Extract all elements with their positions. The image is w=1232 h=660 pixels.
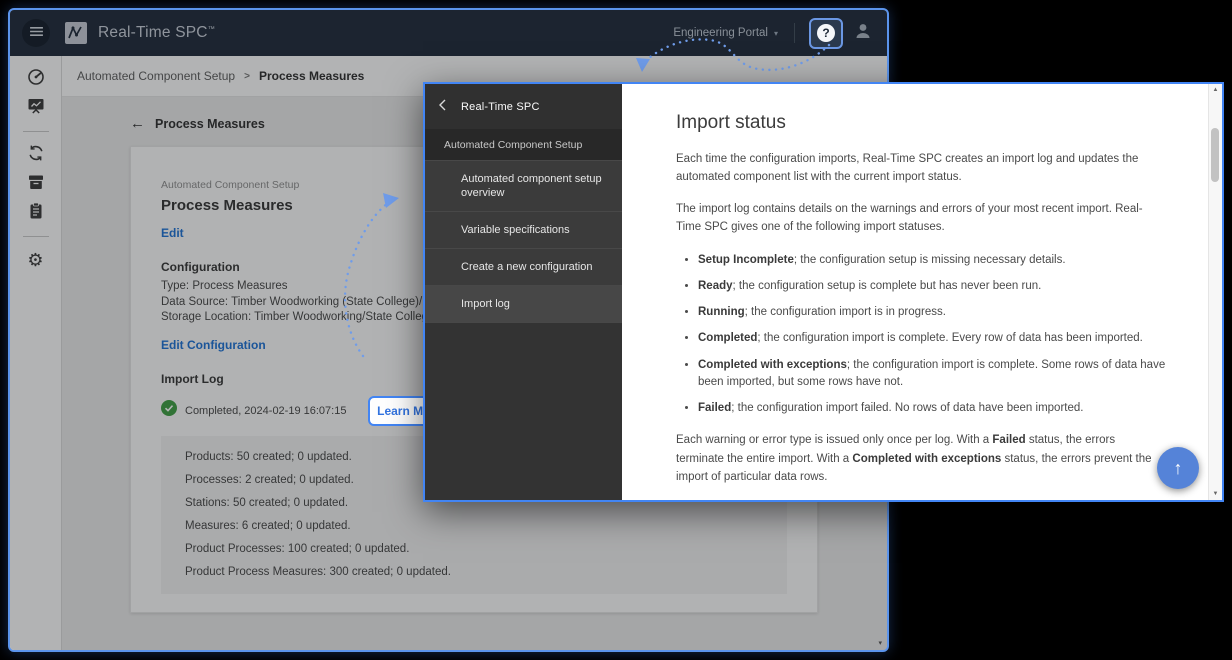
import-status-item: Failed; the configuration import failed.… xyxy=(698,400,1168,417)
help-nav-title: Real-Time SPC xyxy=(461,101,540,113)
help-icon: ? xyxy=(817,24,835,42)
import-status-item: Completed with exceptions; the configura… xyxy=(698,357,1168,392)
help-article-title: Import status xyxy=(676,112,1168,134)
help-nav-filler xyxy=(425,322,622,500)
screen: Real-Time SPC™ Engineering Portal ▾ ? xyxy=(0,0,1232,660)
help-button[interactable]: ? xyxy=(809,18,843,49)
import-status-item: Ready; the configuration setup is comple… xyxy=(698,278,1168,295)
help-paragraph-outro: Each warning or error type is issued onl… xyxy=(676,431,1162,486)
help-article: Import status Each time the configuratio… xyxy=(622,84,1222,500)
help-nav: Real-Time SPC Automated Component Setup … xyxy=(425,84,622,500)
help-nav-item[interactable]: Variable specifications xyxy=(425,211,622,248)
scrollbar-up-icon[interactable]: ▲ xyxy=(1209,87,1222,93)
chevron-left-icon xyxy=(438,98,446,116)
help-paragraph-intro-1: Each time the configuration imports, Rea… xyxy=(676,150,1162,187)
help-nav-section: Automated Component Setup xyxy=(425,129,622,160)
arrow-up-icon: ↑ xyxy=(1174,458,1183,479)
import-status-list: Setup Incomplete; the configuration setu… xyxy=(676,252,1168,418)
import-status-item: Setup Incomplete; the configuration setu… xyxy=(698,252,1168,269)
help-nav-item[interactable]: Automated component setup overview xyxy=(425,160,622,211)
help-nav-item[interactable]: Create a new configuration xyxy=(425,248,622,285)
help-scrollbar[interactable]: ▲ ▼ xyxy=(1208,84,1222,500)
help-nav-back[interactable]: Real-Time SPC xyxy=(425,84,622,129)
import-status-item: Running; the configuration import is in … xyxy=(698,304,1168,321)
import-status-item: Completed; the configuration import is c… xyxy=(698,330,1168,347)
help-paragraph-intro-2: The import log contains details on the w… xyxy=(676,200,1162,237)
help-nav-item[interactable]: Import log xyxy=(425,285,622,322)
scrollbar-down-icon[interactable]: ▼ xyxy=(1209,491,1222,497)
help-panel: Real-Time SPC Automated Component Setup … xyxy=(423,82,1224,502)
help-nav-items: Automated component setup overview Varia… xyxy=(425,160,622,322)
scrollbar-thumb[interactable] xyxy=(1211,128,1219,182)
scroll-to-top-button[interactable]: ↑ xyxy=(1157,447,1199,489)
